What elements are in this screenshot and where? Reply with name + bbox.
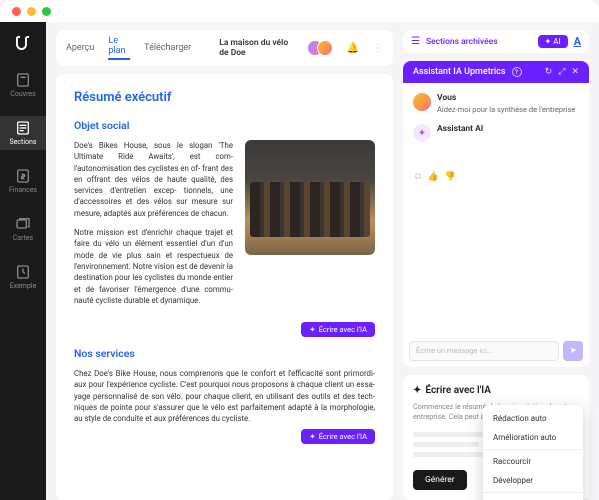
chat-header: Assistant IA Upmetrics ? ↻ ⤢ ✕ — [403, 61, 589, 83]
text-style-icon[interactable]: A — [574, 35, 581, 48]
right-column: ☰ Sections archivées ✦AI A Assistant IA … — [403, 30, 589, 500]
chat-input[interactable]: Écrire un message ici... — [409, 341, 559, 361]
write-card-title: ✦ Écrire avec l'IA — [413, 385, 579, 396]
sparkle-icon: ✦ — [309, 325, 315, 334]
sparkle-icon: ✦ — [309, 432, 315, 441]
archive-icon: ☰ — [411, 36, 420, 47]
section-heading: Résumé exécutif — [74, 90, 375, 105]
chat-message-user: Vous Aidez-moi pour la synthèse de l'ent… — [413, 93, 579, 114]
refresh-icon[interactable]: ↻ — [545, 67, 553, 77]
thumbs-up-icon[interactable]: 👍 — [427, 172, 438, 182]
collaborator-avatar[interactable] — [317, 40, 333, 56]
tab-overview[interactable]: Aperçu — [66, 43, 94, 53]
dd-item-amelioration[interactable]: Amélioration auto — [483, 428, 583, 447]
msg-sender: Vous — [437, 93, 575, 103]
sidebar-label: Sections — [10, 138, 37, 146]
ai-options-dropdown: Rédaction auto Amélioration auto Raccour… — [483, 405, 583, 500]
ai-chat-panel: Assistant IA Upmetrics ? ↻ ⤢ ✕ Vous Aide… — [403, 61, 589, 367]
sidebar-label: Cartes — [13, 234, 34, 242]
tab-download[interactable]: Télécharger — [144, 43, 191, 53]
chat-input-row: Écrire un message ici... ➤ — [403, 335, 589, 367]
close-window-dot[interactable] — [12, 7, 21, 16]
document-card: Résumé exécutif Objet social Doe's Bikes… — [56, 74, 393, 500]
subsection-heading: Objet social — [74, 119, 375, 132]
finances-icon — [15, 168, 31, 184]
chat-title: Assistant IA Upmetrics — [413, 67, 506, 77]
example-icon — [15, 264, 31, 280]
sidebar-item-exemple[interactable]: Exemple — [0, 260, 46, 294]
document-topbar: Aperçu Le plan Télécharger La maison du … — [56, 30, 393, 66]
app-logo[interactable] — [12, 32, 34, 54]
archived-label[interactable]: Sections archivées — [426, 37, 532, 47]
body-paragraph: Notre mission est d'enrichir chaque traj… — [74, 227, 233, 306]
notifications-icon[interactable]: 🔔 — [347, 43, 359, 54]
ai-btn-label: Écrire avec l'IA — [319, 325, 367, 334]
maximize-window-dot[interactable] — [42, 7, 51, 16]
sidebar-label: Finances — [9, 186, 37, 194]
chat-placeholder: Écrire un message ici... — [416, 346, 493, 355]
sidebar-label: Exemple — [10, 282, 37, 290]
ai-btn-label: Écrire avec l'IA — [319, 432, 367, 441]
write-with-ai-button[interactable]: ✦ Écrire avec l'IA — [301, 429, 375, 444]
info-icon[interactable]: ? — [512, 67, 522, 77]
msg-text: Aidez-moi pour la synthèse de l'entrepri… — [437, 105, 575, 114]
write-with-ai-button[interactable]: ✦ Écrire avec l'IA — [301, 322, 375, 337]
sidebar-item-sections[interactable]: Sections — [0, 116, 46, 150]
document-title: La maison du vélo de Doe — [219, 38, 292, 58]
dd-item-raccourcir[interactable]: Raccourcir — [483, 452, 583, 471]
dd-item-redaction[interactable]: Rédaction auto — [483, 409, 583, 428]
chat-body: Vous Aidez-moi pour la synthèse de l'ent… — [403, 83, 589, 335]
left-sidebar: Couvres Sections Finances Cartes Exemple — [0, 22, 46, 500]
sections-icon — [15, 120, 31, 136]
app-shell: Couvres Sections Finances Cartes Exemple… — [0, 22, 599, 500]
subsection-heading: Nos services — [74, 347, 375, 360]
sidebar-item-finances[interactable]: Finances — [0, 164, 46, 198]
dd-item-ton-pro[interactable]: Ton professionnel — [483, 495, 583, 500]
ai-avatar: ✦ — [413, 124, 431, 142]
sidebar-item-cartes[interactable]: Cartes — [0, 212, 46, 246]
tab-plan[interactable]: Le plan — [108, 36, 130, 60]
sparkle-icon: ✦ — [545, 37, 552, 46]
message-reactions: ⧉ 👍 👎 — [413, 172, 579, 182]
dd-item-developper[interactable]: Développer — [483, 471, 583, 490]
window-titlebar — [0, 0, 599, 22]
main-area: Aperçu Le plan Télécharger La maison du … — [46, 22, 599, 500]
user-avatar — [413, 93, 431, 111]
msg-sender: Assistant AI — [437, 124, 483, 134]
chat-message-ai: ✦ Assistant AI — [413, 124, 579, 142]
write-title-text: Écrire avec l'IA — [425, 385, 491, 396]
write-with-ai-card: ✦ Écrire avec l'IA Commencez le résumé d… — [403, 375, 589, 500]
sidebar-item-couvres[interactable]: Couvres — [0, 68, 46, 102]
send-button[interactable]: ➤ — [563, 341, 583, 361]
minimize-window-dot[interactable] — [27, 7, 36, 16]
cover-icon — [15, 72, 31, 88]
sparkle-icon: ✦ — [413, 385, 421, 396]
ai-pill[interactable]: ✦AI — [538, 35, 568, 48]
cards-icon — [15, 216, 31, 232]
section-image — [245, 140, 375, 255]
thumbs-down-icon[interactable]: 👎 — [445, 172, 456, 182]
archived-sections-bar: ☰ Sections archivées ✦AI A — [403, 30, 589, 53]
expand-icon[interactable]: ⤢ — [558, 67, 565, 77]
sidebar-label: Couvres — [10, 90, 35, 98]
body-paragraph: Doe's Bikes House, sous le slogan 'The U… — [74, 140, 233, 219]
body-paragraph: Chez Doe's Bike House, nous comprenons q… — [74, 368, 375, 424]
ai-pill-label: AI — [553, 37, 560, 46]
copy-icon[interactable]: ⧉ — [415, 172, 421, 182]
close-icon[interactable]: ✕ — [571, 67, 579, 77]
generate-button[interactable]: Générer — [413, 470, 467, 490]
document-column: Aperçu Le plan Télécharger La maison du … — [56, 30, 393, 500]
menu-dots-icon[interactable]: ⋮ — [373, 43, 383, 54]
